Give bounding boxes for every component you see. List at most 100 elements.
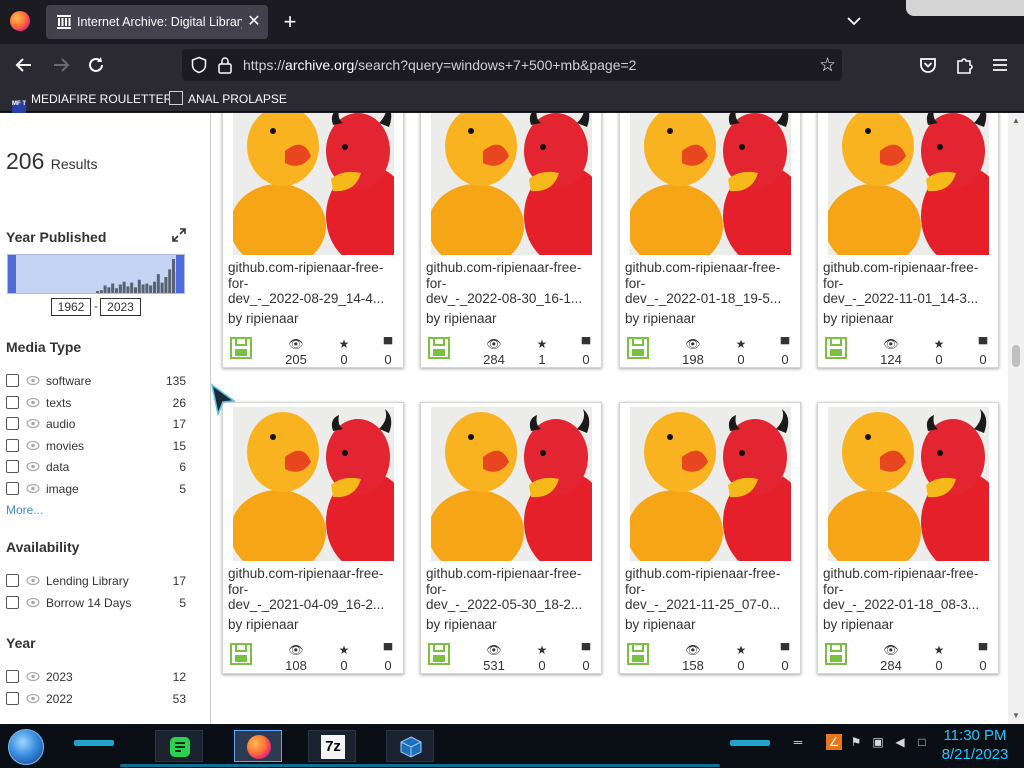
result-title[interactable]: github.com-ripienaar-free-for-dev_-_2022… [426, 260, 598, 307]
eye-icon[interactable] [26, 693, 40, 704]
bookmark-mediafire-rouletter[interactable]: MF T MEDIAFIRE ROULETTER [12, 90, 172, 115]
result-author[interactable]: by ripienaar [625, 311, 696, 326]
taskbar-app-7zip[interactable]: 7z [308, 730, 356, 762]
new-tab-button[interactable]: + [280, 11, 300, 33]
result-thumbnail[interactable] [233, 407, 394, 561]
result-title[interactable]: github.com-ripienaar-free-for-dev_-_2022… [823, 566, 995, 613]
eye-icon[interactable] [26, 671, 40, 682]
checkbox[interactable] [6, 692, 19, 705]
media-type-texts[interactable]: texts 26 [6, 394, 186, 412]
tray-app-icon[interactable]: ∠ [826, 734, 842, 750]
checkbox[interactable] [6, 482, 19, 495]
result-thumbnail[interactable] [630, 113, 791, 255]
ime-icon[interactable]: □ [914, 734, 930, 750]
network-icon[interactable]: ▣ [870, 734, 886, 750]
eye-icon[interactable] [26, 575, 40, 586]
result-author[interactable]: by ripienaar [228, 311, 299, 326]
chevron-down-icon[interactable] [845, 12, 863, 30]
media-type-movies[interactable]: movies 15 [6, 437, 186, 455]
back-arrow-icon[interactable] [13, 54, 35, 76]
checkbox[interactable] [6, 670, 19, 683]
year-to-input[interactable]: 2023 [100, 298, 141, 316]
hamburger-menu-icon[interactable] [989, 54, 1011, 76]
close-tab-icon[interactable]: ✕ [246, 12, 262, 32]
bookmark-anal-prolapse[interactable]: ANAL PROLAPSE [169, 90, 287, 108]
checkbox[interactable] [6, 438, 19, 452]
eye-icon[interactable] [26, 461, 40, 472]
tray-overflow-icon[interactable]: ═ [790, 734, 806, 750]
scroll-up-icon[interactable]: ▲ [1012, 116, 1020, 125]
result-thumbnail[interactable] [828, 407, 989, 561]
result-title[interactable]: github.com-ripienaar-free-for-dev_-_2022… [625, 260, 797, 307]
window-controls[interactable] [906, 0, 1024, 16]
facet-label[interactable]: software [46, 374, 91, 388]
forward-arrow-icon[interactable] [50, 54, 72, 76]
facet-label[interactable]: texts [46, 396, 71, 410]
result-thumbnail[interactable] [630, 407, 791, 561]
eye-icon[interactable] [26, 418, 40, 429]
volume-icon[interactable]: ◀ [892, 734, 908, 750]
year-from-input[interactable]: 1962 [51, 298, 91, 316]
result-card[interactable]: github.com-ripienaar-free-for-dev_-_2021… [222, 402, 404, 674]
facet-label[interactable]: audio [46, 417, 75, 431]
start-button[interactable] [8, 729, 44, 765]
facet-label[interactable]: movies [46, 439, 84, 453]
result-author[interactable]: by ripienaar [426, 311, 497, 326]
scroll-down-icon[interactable]: ▼ [1012, 711, 1020, 720]
result-author[interactable]: by ripienaar [426, 617, 497, 632]
firefox-logo-icon[interactable] [10, 11, 30, 31]
eye-icon[interactable] [26, 483, 40, 494]
url-bar[interactable]: https://archive.org/search?query=windows… [182, 49, 842, 81]
result-author[interactable]: by ripienaar [823, 311, 894, 326]
facet-label[interactable]: Borrow 14 Days [46, 596, 131, 610]
year-2022[interactable]: 2022 53 [6, 690, 186, 708]
expand-icon[interactable] [171, 227, 187, 243]
result-author[interactable]: by ripienaar [823, 617, 894, 632]
checkbox[interactable] [6, 596, 19, 609]
result-title[interactable]: github.com-ripienaar-free-for-dev_-_2021… [228, 566, 400, 613]
url-text[interactable]: https://archive.org/search?query=windows… [243, 57, 636, 73]
clock-time[interactable]: 11:30 PM [932, 727, 1018, 744]
result-card[interactable]: github.com-ripienaar-free-for-dev_-_2022… [817, 113, 999, 368]
result-thumbnail[interactable] [828, 113, 989, 255]
result-card[interactable]: github.com-ripienaar-free-for-dev_-_2022… [420, 113, 602, 368]
checkbox[interactable] [6, 574, 19, 587]
eye-icon[interactable] [26, 397, 40, 408]
availability-borrow-14-days[interactable]: Borrow 14 Days 5 [6, 594, 186, 612]
result-title[interactable]: github.com-ripienaar-free-for-dev_-_2021… [625, 566, 797, 613]
checkbox[interactable] [6, 395, 19, 409]
result-card[interactable]: github.com-ripienaar-free-for-dev_-_2022… [420, 402, 602, 674]
reload-icon[interactable] [85, 54, 107, 76]
page-scrollbar[interactable]: ▲ ▼ [1008, 113, 1024, 724]
year-histogram[interactable] [7, 254, 185, 294]
media-type-data[interactable]: data 6 [6, 458, 186, 476]
result-thumbnail[interactable] [431, 113, 592, 255]
result-card[interactable]: github.com-ripienaar-free-for-dev_-_2022… [817, 402, 999, 674]
result-thumbnail[interactable] [233, 113, 394, 255]
lock-icon[interactable] [217, 56, 233, 74]
clock-date[interactable]: 8/21/2023 [932, 746, 1018, 763]
media-type-image[interactable]: image 5 [6, 480, 186, 498]
facet-label[interactable]: Lending Library [46, 574, 129, 588]
pocket-icon[interactable] [917, 54, 939, 76]
facet-label[interactable]: 2023 [46, 670, 73, 684]
action-center-flag-icon[interactable]: ⚑ [848, 734, 864, 750]
result-author[interactable]: by ripienaar [625, 617, 696, 632]
media-type-software[interactable]: software 135 [6, 372, 186, 390]
eye-icon[interactable] [26, 375, 40, 386]
checkbox[interactable] [6, 374, 19, 387]
extensions-puzzle-icon[interactable] [953, 54, 975, 76]
checkbox[interactable] [6, 460, 19, 474]
taskbar-app-notes[interactable] [155, 730, 203, 762]
result-title[interactable]: github.com-ripienaar-free-for-dev_-_2022… [823, 260, 995, 307]
tab-internet-archive[interactable]: Internet Archive: Digital Library ✕ [46, 5, 268, 39]
tracking-protection-shield-icon[interactable] [190, 56, 208, 74]
result-card[interactable]: github.com-ripienaar-free-for-dev_-_2021… [619, 402, 801, 674]
facet-label[interactable]: 2022 [46, 692, 73, 706]
year-2023[interactable]: 2023 12 [6, 668, 186, 686]
facet-label[interactable]: image [46, 482, 79, 496]
result-card[interactable]: github.com-ripienaar-free-for-dev_-_2022… [222, 113, 404, 368]
eye-icon[interactable] [26, 597, 40, 608]
result-author[interactable]: by ripienaar [228, 617, 299, 632]
availability-lending-library[interactable]: Lending Library 17 [6, 572, 186, 590]
